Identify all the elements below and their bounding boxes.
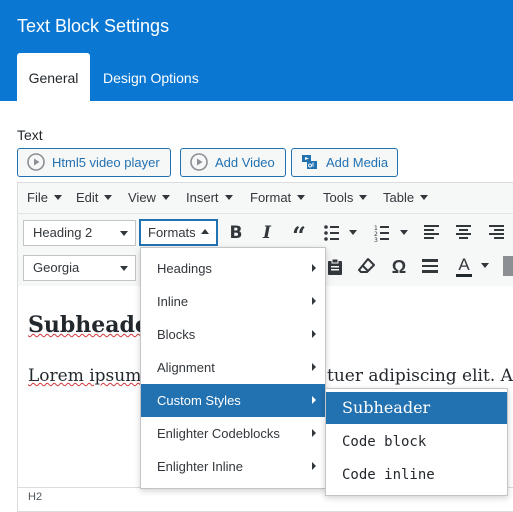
blockquote-icon[interactable]: “ xyxy=(287,222,311,250)
formats-item-label: Alignment xyxy=(157,360,215,375)
formats-item-label: Headings xyxy=(157,261,212,276)
content-paragraph-start[interactable]: Lorem ipsum xyxy=(28,366,141,386)
menu-table-label: Table xyxy=(383,190,415,205)
background-color-icon[interactable] xyxy=(503,256,513,276)
media-icon xyxy=(302,155,317,169)
tab-general[interactable]: General xyxy=(17,53,90,101)
element-path[interactable]: H2 xyxy=(28,491,42,503)
align-right-icon[interactable] xyxy=(489,225,505,240)
formats-item-enlighter-inline[interactable]: Enlighter Inline xyxy=(141,450,325,483)
chevron-right-icon xyxy=(312,264,316,272)
add-video-label: Add Video xyxy=(215,155,275,170)
menu-file-label: File xyxy=(27,190,48,205)
formats-item-label: Enlighter Inline xyxy=(157,459,243,474)
menu-file[interactable]: File xyxy=(27,190,62,206)
caret-down-icon xyxy=(224,195,233,200)
chevron-right-icon xyxy=(312,297,316,305)
caret-down-icon xyxy=(359,195,368,200)
formats-item-headings[interactable]: Headings xyxy=(141,252,325,285)
formats-item-custom-styles[interactable]: Custom Styles xyxy=(141,384,325,417)
formats-item-label: Custom Styles xyxy=(157,393,241,408)
caret-down-icon xyxy=(420,195,429,200)
align-center-icon[interactable] xyxy=(456,225,472,240)
menu-table[interactable]: Table xyxy=(383,190,429,206)
chevron-down-icon xyxy=(120,231,128,236)
chevron-down-icon xyxy=(120,266,128,271)
menu-edit-label: Edit xyxy=(76,190,99,205)
block-format-value: Heading 2 xyxy=(33,225,93,240)
caret-down-icon xyxy=(161,195,170,200)
play-circle-icon xyxy=(190,153,208,171)
chevron-up-icon xyxy=(201,229,209,234)
formats-item-blocks[interactable]: Blocks xyxy=(141,318,325,351)
content-paragraph-start-text: Lorem ipsum xyxy=(28,366,142,386)
bullet-list-icon[interactable] xyxy=(323,224,363,242)
formats-item-label: Enlighter Codeblocks xyxy=(157,426,280,441)
menu-tools[interactable]: Tools xyxy=(323,190,368,206)
block-format-select[interactable]: Heading 2 xyxy=(23,220,136,246)
caret-down-icon xyxy=(53,195,62,200)
menu-insert[interactable]: Insert xyxy=(186,190,233,206)
horizontal-line-icon[interactable] xyxy=(421,258,439,274)
formats-item-label: Blocks xyxy=(157,327,196,342)
formats-item-label: Inline xyxy=(157,294,189,309)
content-paragraph-end[interactable]: tuer adipiscing elit. Aen xyxy=(327,366,513,386)
chevron-right-icon xyxy=(312,462,316,470)
numbered-list-icon[interactable]: 123 xyxy=(374,224,412,242)
menu-edit[interactable]: Edit xyxy=(76,190,113,206)
menu-view[interactable]: View xyxy=(128,190,170,206)
chevron-right-icon xyxy=(312,330,316,338)
menu-tools-label: Tools xyxy=(323,190,354,205)
formats-button[interactable]: Formats xyxy=(139,219,218,246)
formats-item-inline[interactable]: Inline xyxy=(141,285,325,318)
menu-format[interactable]: Format xyxy=(250,190,306,206)
caret-down-icon xyxy=(297,195,306,200)
menu-insert-label: Insert xyxy=(186,190,219,205)
formats-label: Formats xyxy=(148,225,196,240)
menu-format-label: Format xyxy=(250,190,292,205)
text-color-icon[interactable]: A xyxy=(455,255,473,277)
paste-icon[interactable] xyxy=(327,258,343,276)
tab-design-options[interactable]: Design Options xyxy=(103,53,199,101)
italic-icon[interactable]: I xyxy=(255,221,279,245)
submenu-item-subheader[interactable]: Subheader xyxy=(326,392,507,424)
play-circle-icon xyxy=(27,153,45,171)
font-family-select[interactable]: Georgia xyxy=(23,255,136,281)
chevron-right-icon xyxy=(312,363,316,371)
chevron-down-icon[interactable] xyxy=(480,263,490,269)
font-family-value: Georgia xyxy=(33,260,80,275)
chevron-right-icon xyxy=(312,396,316,404)
special-character-icon[interactable]: Ω xyxy=(387,255,411,279)
submenu-item-code-inline[interactable]: Code inline xyxy=(326,459,507,491)
html5-video-player-button[interactable]: Html5 video player xyxy=(17,148,171,177)
svg-text:3: 3 xyxy=(374,237,378,242)
add-media-label: Add Media xyxy=(326,155,389,170)
caret-down-icon xyxy=(104,195,113,200)
formats-item-alignment[interactable]: Alignment xyxy=(141,351,325,384)
dialog-title: Text Block Settings xyxy=(17,16,170,36)
menu-view-label: View xyxy=(128,190,156,205)
clear-formatting-icon[interactable] xyxy=(358,257,376,275)
formats-item-enlighter-codeblocks[interactable]: Enlighter Codeblocks xyxy=(141,417,325,450)
align-left-icon[interactable] xyxy=(424,225,440,240)
html5-video-player-label: Html5 video player xyxy=(52,155,160,170)
submenu-item-code-block[interactable]: Code block xyxy=(326,426,507,458)
text-field-label: Text xyxy=(17,127,43,143)
chevron-right-icon xyxy=(312,429,316,437)
add-media-button[interactable]: Add Media xyxy=(291,148,398,177)
add-video-button[interactable]: Add Video xyxy=(180,148,286,177)
bold-icon[interactable]: B xyxy=(224,221,248,245)
